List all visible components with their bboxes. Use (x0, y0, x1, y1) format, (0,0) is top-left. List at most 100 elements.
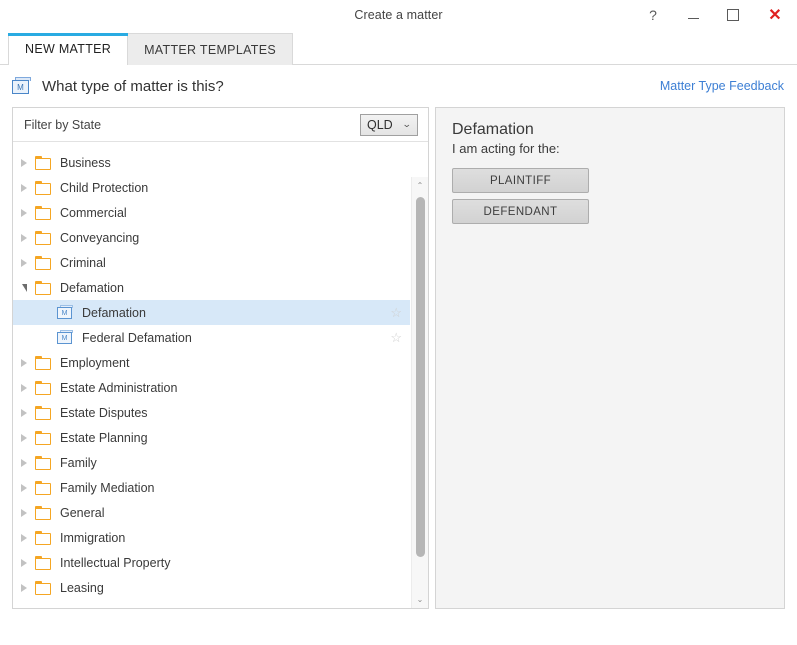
chevron-right-icon (21, 458, 27, 467)
tree-item-estate-planning[interactable]: Estate Planning (13, 425, 410, 450)
matter-type-icon: M (57, 330, 74, 345)
chevron-right-icon (21, 433, 27, 442)
expand-triangle-icon[interactable] (13, 383, 35, 392)
tree-item-immigration[interactable]: Immigration (13, 525, 410, 550)
matter-type-icon: M (57, 305, 74, 320)
matter-letter: M (17, 82, 24, 92)
chevron-right-icon (21, 258, 27, 267)
tree-item-estate-administration[interactable]: Estate Administration (13, 375, 410, 400)
maximize-button[interactable] (713, 0, 753, 30)
defendant-button[interactable]: DEFENDANT (452, 199, 589, 224)
chevron-right-icon (21, 583, 27, 592)
tree-scroll-area: Business Child Protection Commercial Convey… (13, 142, 428, 608)
expand-triangle-icon[interactable] (13, 433, 35, 442)
tree-item-business[interactable]: Business (13, 150, 410, 175)
expand-triangle-icon[interactable] (13, 533, 35, 542)
tree-item-estate-disputes[interactable]: Estate Disputes (13, 400, 410, 425)
tree-item-criminal[interactable]: Criminal (13, 250, 410, 275)
scroll-up-button[interactable]: ⌃ (412, 177, 428, 194)
folder-icon (35, 380, 52, 395)
page-header: M What type of matter is this? Matter Ty… (0, 65, 797, 107)
plaintiff-button[interactable]: PLAINTIFF (452, 168, 589, 193)
tree-item-label: Family Mediation (60, 480, 155, 495)
tree-item-defamation[interactable]: Defamation (13, 275, 410, 300)
folder-icon (35, 155, 52, 170)
tree-item-family-mediation[interactable]: Family Mediation (13, 475, 410, 500)
tree-item-label: Leasing (60, 580, 104, 595)
collapse-triangle-icon[interactable] (13, 283, 35, 292)
tree-item-commercial[interactable]: Commercial (13, 200, 410, 225)
expand-triangle-icon[interactable] (13, 158, 35, 167)
tree-item-child-protection[interactable]: Child Protection (13, 175, 410, 200)
chevron-right-icon (21, 533, 27, 542)
detail-subtitle: I am acting for the: (452, 141, 560, 156)
chevron-right-icon (21, 183, 27, 192)
tree-item-leasing[interactable]: Leasing (13, 575, 410, 600)
matter-type-icon: M (12, 77, 32, 95)
chevron-right-icon (21, 158, 27, 167)
favorite-star-icon[interactable]: ☆ (390, 305, 402, 321)
scroll-down-button[interactable]: ⌄ (412, 591, 428, 608)
tab-new-matter[interactable]: NEW MATTER (7, 33, 129, 66)
chevron-down-icon: ⌄ (402, 119, 413, 129)
expand-triangle-icon[interactable] (13, 508, 35, 517)
expand-triangle-icon[interactable] (13, 458, 35, 467)
tree-item-employment[interactable]: Employment (13, 350, 410, 375)
window-title: Create a matter (354, 8, 443, 22)
matter-type-feedback-link[interactable]: Matter Type Feedback (660, 79, 784, 93)
tree-item-label: Defamation (60, 280, 124, 295)
tree-item-conveyancing[interactable]: Conveyancing (13, 225, 410, 250)
state-dropdown-value: QLD (367, 117, 393, 132)
tree-item-label: General (60, 505, 105, 520)
expand-triangle-icon[interactable] (13, 358, 35, 367)
matter-detail-panel: Defamation I am acting for the: PLAINTIF… (435, 107, 785, 609)
folder-icon (35, 530, 52, 545)
expand-triangle-icon[interactable] (13, 233, 35, 242)
tree-item-label: Business (60, 155, 111, 170)
chevron-right-icon (21, 383, 27, 392)
matter-type-tree: Business Child Protection Commercial Convey… (13, 150, 410, 600)
main-content: Filter by State QLD ⌄ Business Child Prot… (0, 107, 797, 621)
tree-item-general[interactable]: General (13, 500, 410, 525)
tree-item-label: Family (60, 455, 97, 470)
chevron-right-icon (21, 358, 27, 367)
expand-triangle-icon[interactable] (13, 408, 35, 417)
chevron-right-icon (21, 208, 27, 217)
tree-item-family[interactable]: Family (13, 450, 410, 475)
tree-item-label: Estate Planning (60, 430, 148, 445)
tab-matter-templates[interactable]: MATTER TEMPLATES (127, 33, 293, 65)
tree-item-label: Immigration (60, 530, 126, 545)
maximize-icon (727, 9, 739, 21)
tree-item-label: Commercial (60, 205, 127, 220)
state-dropdown[interactable]: QLD ⌄ (360, 113, 418, 136)
tree-scrollbar[interactable]: ⌃ ⌄ (411, 177, 428, 608)
tree-item-label: Conveyancing (60, 230, 140, 245)
filter-by-state-label: Filter by State (24, 117, 102, 132)
expand-triangle-icon[interactable] (13, 583, 35, 592)
favorite-star-icon[interactable]: ☆ (390, 330, 402, 346)
expand-triangle-icon[interactable] (13, 483, 35, 492)
window-controls: ? ✕ (633, 0, 797, 30)
filter-row: Filter by State QLD ⌄ (13, 108, 428, 142)
close-button[interactable]: ✕ (753, 0, 797, 30)
folder-icon (35, 455, 52, 470)
tree-item-label: Estate Administration (60, 380, 178, 395)
chevron-right-icon (21, 508, 27, 517)
expand-triangle-icon[interactable] (13, 183, 35, 192)
scrollbar-thumb[interactable] (416, 197, 425, 557)
tree-item-intellectual-property[interactable]: Intellectual Property (13, 550, 410, 575)
expand-triangle-icon[interactable] (13, 208, 35, 217)
tree-item-label: Defamation (82, 305, 146, 320)
chevron-right-icon (21, 408, 27, 417)
chevron-right-icon (21, 558, 27, 567)
tree-item-defamation[interactable]: M Defamation ☆ (13, 300, 410, 325)
tree-item-federal-defamation[interactable]: M Federal Defamation ☆ (13, 325, 410, 350)
minimize-button[interactable] (673, 0, 713, 30)
tree-item-label: Child Protection (60, 180, 149, 195)
help-button[interactable]: ? (633, 0, 673, 30)
expand-triangle-icon[interactable] (13, 558, 35, 567)
chevron-right-icon (21, 233, 27, 242)
folder-icon (35, 555, 52, 570)
matter-type-tree-panel: Filter by State QLD ⌄ Business Child Prot… (12, 107, 429, 609)
expand-triangle-icon[interactable] (13, 258, 35, 267)
